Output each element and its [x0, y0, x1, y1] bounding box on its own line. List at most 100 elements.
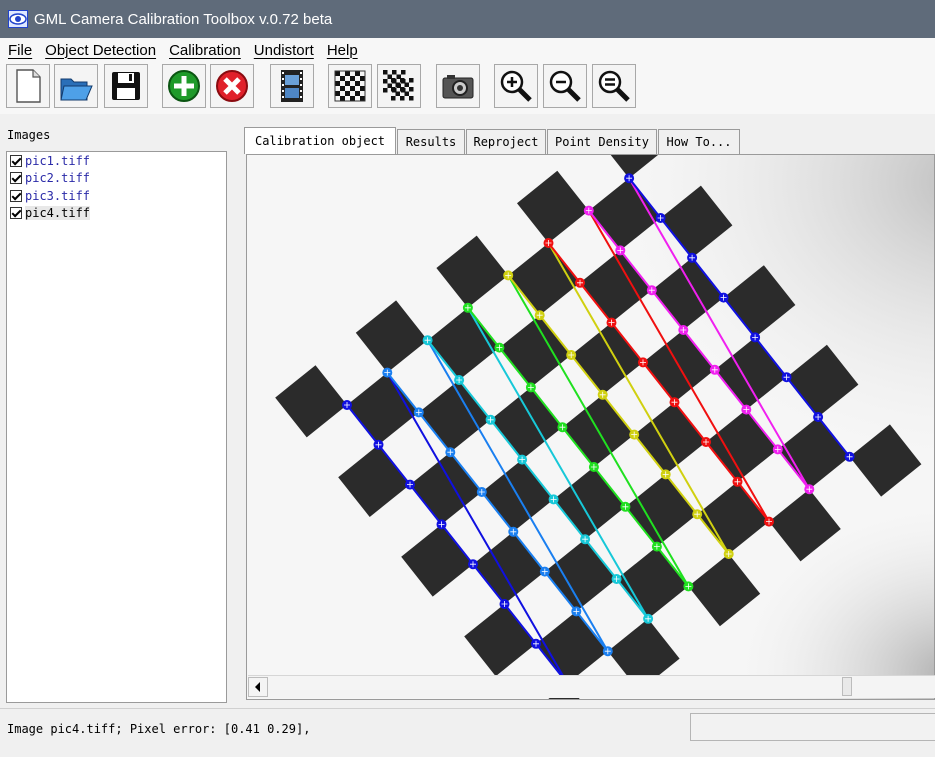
image-list-item[interactable]: pic1.tiff [7, 152, 226, 170]
corner-marker [597, 389, 608, 400]
arrow-left-icon [255, 682, 260, 692]
image-filename: pic3.tiff [25, 188, 91, 203]
image-checkbox[interactable] [10, 154, 22, 167]
corner-marker [764, 516, 774, 527]
corner-marker [709, 364, 720, 375]
image-list-item[interactable]: pic2.tiff [7, 170, 226, 188]
corner-marker [750, 332, 761, 343]
corner-marker [687, 252, 698, 263]
corner-marker [517, 454, 528, 465]
corner-marker [624, 173, 635, 184]
image-filename: pic4.tiff [25, 206, 91, 221]
detect-object-button[interactable] [328, 64, 372, 108]
corner-marker [539, 566, 550, 577]
corner-marker [580, 534, 591, 545]
tab-how-to[interactable]: How To... [658, 129, 740, 154]
film-strip-icon [281, 70, 303, 102]
window-title: GML Camera Calibration Toolbox v.0.72 be… [34, 10, 333, 28]
image-filename: pic1.tiff [25, 153, 91, 168]
tab-reproject[interactable]: Reproject [466, 129, 546, 154]
open-button[interactable] [54, 64, 98, 108]
horizontal-scrollbar[interactable] [248, 675, 935, 698]
zoom-fit-button[interactable] [592, 64, 636, 108]
corner-marker [543, 238, 554, 248]
zoom-out-button[interactable] [543, 64, 587, 108]
image-checkbox[interactable] [10, 207, 22, 220]
status-field [690, 713, 935, 741]
corner-marker [678, 325, 689, 335]
images-panel: Images pic1.tiff pic2.tiff pic3.tiff pic4.t… [0, 114, 236, 708]
corner-marker [723, 549, 734, 559]
corner-marker [669, 397, 680, 408]
menu-object-detection[interactable]: Object Detection [45, 42, 156, 59]
corner-marker [615, 245, 626, 256]
scroll-left-button[interactable] [248, 677, 268, 697]
save-button[interactable] [104, 64, 148, 108]
corner-marker [485, 414, 496, 425]
calibration-image [247, 155, 934, 699]
corner-marker [588, 462, 599, 472]
corner-marker [655, 213, 666, 223]
corner-marker [557, 422, 568, 433]
corner-marker [476, 487, 487, 497]
save-floppy-icon [112, 72, 140, 100]
corner-marker [413, 407, 424, 418]
image-list[interactable]: pic1.tiff pic2.tiff pic3.tiff pic4.tiff [6, 151, 227, 703]
status-text: Image pic4.tiff; Pixel error: [0.41 0.29… [7, 722, 311, 736]
corner-marker [525, 382, 536, 393]
zoom-in-button[interactable] [494, 64, 538, 108]
camera-icon [442, 75, 474, 99]
corner-marker [422, 335, 433, 346]
corner-marker [462, 302, 473, 313]
tab-point-density[interactable]: Point Density [547, 129, 657, 154]
new-document-icon [16, 69, 41, 103]
corner-marker [683, 581, 694, 592]
corner-marker [468, 559, 478, 570]
image-list-item[interactable]: pic4.tiff [7, 205, 226, 223]
corner-marker [602, 646, 613, 657]
image-checkbox[interactable] [10, 172, 22, 185]
menu-help[interactable]: Help [327, 42, 358, 59]
image-checkbox[interactable] [10, 189, 22, 202]
menu-file[interactable]: File [8, 42, 32, 59]
corner-marker [503, 270, 514, 281]
corner-marker [620, 501, 631, 512]
images-label: Images [7, 128, 51, 142]
corner-marker [382, 367, 393, 378]
checkerboard-icon [334, 70, 366, 102]
title-bar: GML Camera Calibration Toolbox v.0.72 be… [0, 0, 935, 38]
corner-marker [646, 285, 657, 296]
corner-marker [701, 437, 711, 447]
corner-marker [804, 484, 815, 495]
zoom-fit-icon [598, 70, 630, 102]
corner-marker [692, 509, 703, 520]
scroll-thumb[interactable] [842, 677, 852, 696]
open-folder-icon [60, 78, 93, 101]
tab-calibration-object[interactable]: Calibration object [244, 127, 396, 154]
corner-marker [531, 638, 541, 649]
corner-marker [772, 444, 783, 455]
video-button[interactable] [270, 64, 314, 108]
calibrate-button[interactable] [436, 64, 480, 108]
new-button[interactable] [6, 64, 50, 108]
remove-image-button[interactable] [210, 64, 254, 108]
detect-all-button[interactable] [377, 64, 421, 108]
corner-marker [583, 205, 594, 216]
corner-marker [508, 526, 519, 537]
corner-marker [499, 599, 510, 609]
corner-marker [566, 350, 577, 360]
add-image-button[interactable] [162, 64, 206, 108]
corner-marker [342, 400, 352, 410]
app-eye-icon [8, 10, 28, 28]
corner-marker [660, 469, 671, 480]
corner-marker [651, 541, 662, 552]
tab-results[interactable]: Results [397, 129, 465, 154]
menu-calibration[interactable]: Calibration [169, 42, 241, 59]
image-list-item[interactable]: pic3.tiff [7, 187, 226, 205]
corner-marker [629, 429, 640, 440]
corner-marker [638, 357, 648, 368]
corner-marker [741, 404, 752, 415]
menu-undistort[interactable]: Undistort [254, 42, 314, 59]
corner-marker [718, 292, 729, 303]
image-view[interactable] [246, 154, 935, 700]
